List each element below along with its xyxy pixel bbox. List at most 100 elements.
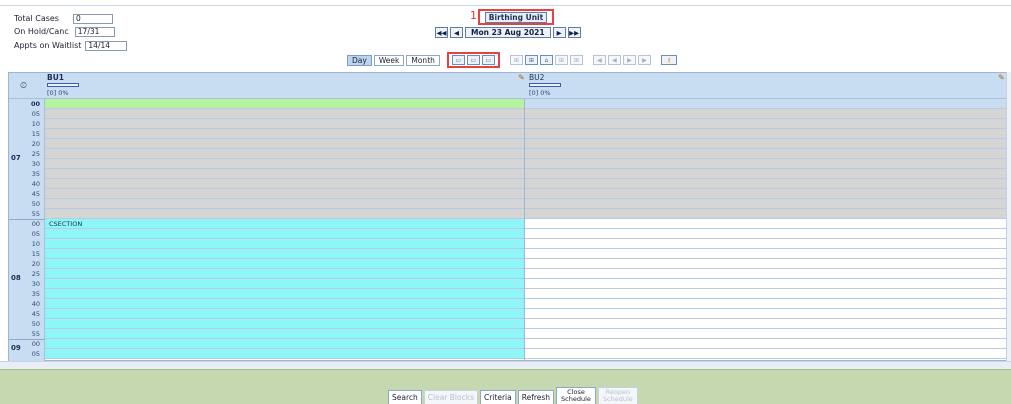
time-slot[interactable]: [45, 239, 524, 249]
first-column-icon[interactable]: ◀: [592, 55, 606, 65]
time-slot[interactable]: [525, 109, 1011, 119]
time-slot[interactable]: [525, 169, 1011, 179]
single-column-icon[interactable]: ▭: [451, 55, 465, 65]
time-slot[interactable]: [45, 139, 524, 149]
time-slot[interactable]: [525, 159, 1011, 169]
expand-left-icon[interactable]: ⊞: [509, 55, 523, 65]
waitlist-value[interactable]: 14/14: [85, 40, 128, 51]
schedule-grid: ⏲ BU1 [0] 0% ✎ BU2 [0] 0% ✎ 00 05 10 15 20 25…: [8, 72, 1011, 361]
criteria-button[interactable]: Criteria: [479, 390, 516, 404]
next-day-icon[interactable]: ▶: [552, 27, 566, 38]
time-slot[interactable]: [45, 299, 524, 309]
next-column-icon[interactable]: ▶: [622, 55, 636, 65]
view-month-button[interactable]: Month: [406, 54, 440, 66]
time-slot[interactable]: [525, 119, 1011, 129]
split-column-icon[interactable]: ▭: [466, 55, 480, 65]
time-slot[interactable]: CSECTION: [45, 219, 524, 229]
time-slot[interactable]: [45, 349, 524, 359]
minute-label: 55: [31, 330, 40, 338]
time-slot[interactable]: [525, 239, 1011, 249]
prev-column-icon[interactable]: ◀: [607, 55, 621, 65]
time-slot[interactable]: [525, 309, 1011, 319]
time-slot[interactable]: [45, 119, 524, 129]
time-slot[interactable]: [525, 219, 1011, 229]
key-icon[interactable]: ⚷: [660, 55, 677, 65]
time-slot[interactable]: [525, 149, 1011, 159]
time-slot[interactable]: [525, 209, 1011, 219]
time-slot[interactable]: [45, 329, 524, 339]
time-slot[interactable]: [525, 319, 1011, 329]
time-slot[interactable]: [45, 249, 524, 259]
time-slot[interactable]: [525, 349, 1011, 359]
time-slot[interactable]: [45, 109, 524, 119]
view-week-button[interactable]: Week: [373, 54, 405, 66]
current-date[interactable]: Mon 23 Aug 2021: [465, 27, 551, 38]
hour-label: 08: [11, 274, 21, 282]
last-page-icon[interactable]: ▶▶: [567, 27, 581, 38]
time-slot[interactable]: [45, 99, 524, 109]
column-body-bu2[interactable]: [525, 99, 1011, 361]
clock-icon[interactable]: ⏲: [20, 81, 27, 91]
time-slot[interactable]: [45, 269, 524, 279]
time-slot[interactable]: [45, 309, 524, 319]
grid-column-icon[interactable]: ▭: [481, 55, 495, 65]
time-slot[interactable]: [45, 149, 524, 159]
time-slot[interactable]: [45, 259, 524, 269]
remove-column-icon[interactable]: ⊞: [569, 55, 583, 65]
time-slot[interactable]: [525, 229, 1011, 239]
time-slot[interactable]: [45, 289, 524, 299]
column-utilization-bar-bu2: [529, 83, 561, 87]
time-slot[interactable]: [525, 259, 1011, 269]
time-slot[interactable]: [45, 189, 524, 199]
edit-column-icon-bu2[interactable]: ✎: [998, 73, 1005, 82]
time-slot[interactable]: [45, 179, 524, 189]
time-slot[interactable]: [45, 279, 524, 289]
column-body-bu1[interactable]: CSECTION: [45, 99, 525, 361]
time-slot[interactable]: [45, 339, 524, 349]
add-column-icon[interactable]: ⊞: [554, 55, 568, 65]
time-slot[interactable]: [525, 269, 1011, 279]
time-slot[interactable]: [45, 169, 524, 179]
prev-day-icon[interactable]: ◀: [450, 27, 463, 38]
total-cases-value: 0: [72, 13, 113, 24]
time-slot[interactable]: [525, 189, 1011, 199]
time-slot[interactable]: [525, 299, 1011, 309]
minute-label: 45: [31, 190, 40, 198]
time-slot[interactable]: [45, 319, 524, 329]
time-slot[interactable]: [525, 339, 1011, 349]
edit-column-icon-bu1[interactable]: ✎: [518, 73, 525, 82]
last-column-icon[interactable]: ▶: [637, 55, 651, 65]
minute-label: 05: [31, 110, 40, 118]
time-slot[interactable]: [45, 209, 524, 219]
time-slot[interactable]: [45, 129, 524, 139]
insert-row-icon[interactable]: ⊞: [524, 55, 538, 65]
minute-label: 50: [31, 320, 40, 328]
time-slot[interactable]: [45, 199, 524, 209]
refresh-button[interactable]: Refresh: [517, 390, 555, 404]
first-page-icon[interactable]: ◀◀: [435, 27, 448, 38]
time-slot[interactable]: [45, 229, 524, 239]
vertical-scrollbar[interactable]: [1006, 72, 1011, 361]
time-slot[interactable]: [525, 279, 1011, 289]
minute-label: 35: [31, 290, 40, 298]
time-slot[interactable]: [525, 99, 1011, 109]
time-slot[interactable]: [525, 199, 1011, 209]
search-button[interactable]: Search: [388, 390, 422, 404]
column-name-bu1: BU1: [47, 73, 65, 82]
time-slot[interactable]: [525, 179, 1011, 189]
clear-blocks-button[interactable]: Clear Blocks: [423, 390, 478, 404]
unit-title-button[interactable]: Birthing Unit: [484, 11, 548, 23]
minute-label: 45: [31, 310, 40, 318]
time-slot[interactable]: [525, 129, 1011, 139]
minute-label: 20: [31, 260, 40, 268]
minute-label: 25: [31, 270, 40, 278]
time-slot[interactable]: [525, 139, 1011, 149]
close-schedule-button[interactable]: Close Schedule: [556, 387, 596, 404]
time-slot[interactable]: [525, 329, 1011, 339]
view-day-button[interactable]: Day: [347, 54, 372, 66]
time-slot[interactable]: [525, 249, 1011, 259]
home-icon[interactable]: ⌂: [539, 55, 553, 65]
reopen-schedule-button[interactable]: Reopen Schedule: [597, 387, 638, 404]
time-slot[interactable]: [525, 289, 1011, 299]
time-slot[interactable]: [45, 159, 524, 169]
